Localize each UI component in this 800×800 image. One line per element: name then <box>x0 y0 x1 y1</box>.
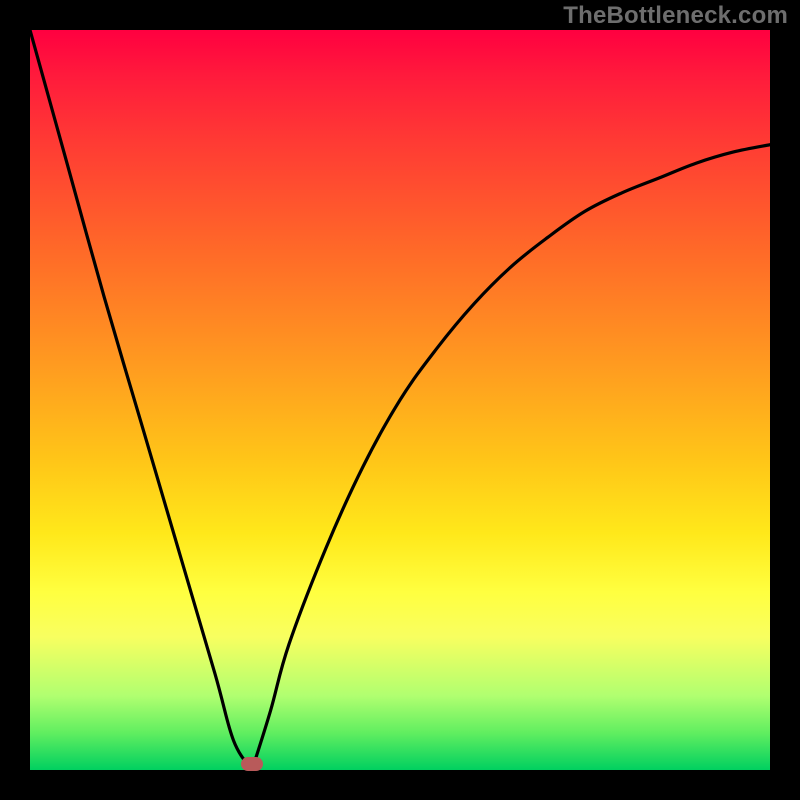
optimum-marker <box>241 757 263 771</box>
plot-area <box>30 30 770 770</box>
watermark-text: TheBottleneck.com <box>563 2 788 30</box>
curve-left-branch <box>30 30 252 770</box>
curve-group <box>30 30 770 770</box>
curve-right-branch <box>252 145 770 770</box>
bottleneck-curve <box>30 30 770 770</box>
chart-frame: TheBottleneck.com <box>0 0 800 800</box>
